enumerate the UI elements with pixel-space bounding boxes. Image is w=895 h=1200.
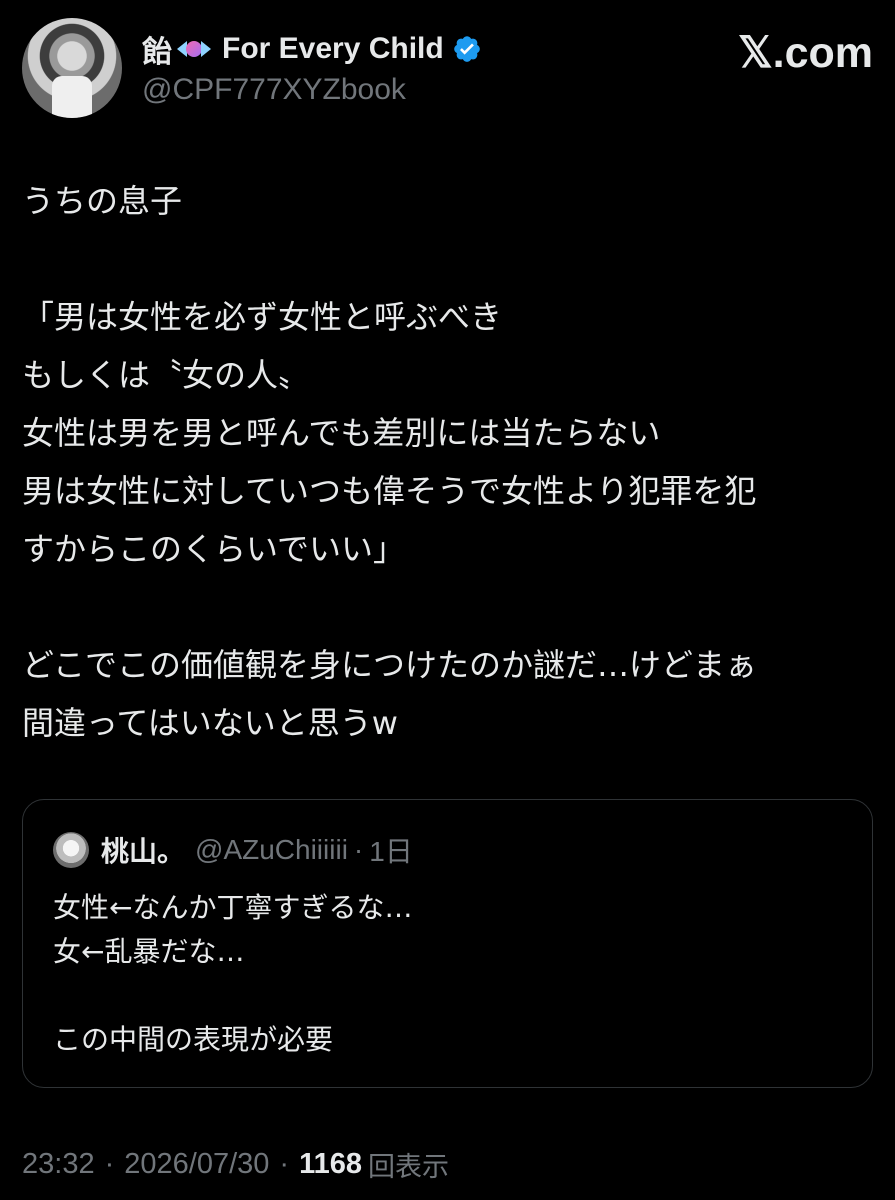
tweet-time: 23:32 xyxy=(22,1147,95,1180)
tweet-line: もしくは〝女の人〟 xyxy=(22,356,311,394)
display-name-line[interactable]: 飴 For Every Child xyxy=(142,28,482,70)
user-handle[interactable]: @CPF777XYZbook xyxy=(142,73,406,107)
tweet-line xyxy=(22,230,872,288)
brand-logo: 𝕏.com xyxy=(737,29,873,77)
tweet-line: うちの息子 xyxy=(22,182,183,220)
meta-separator: · xyxy=(104,1147,115,1180)
tweet-line xyxy=(22,578,872,636)
quoted-timestamp: 1日 xyxy=(369,836,413,867)
tweet-line: 「男は女性を必ず女性と呼ぶべき xyxy=(22,298,503,336)
tweet-line: 女性は男を男と呼んでも差別には当たらない xyxy=(22,414,661,452)
verified-badge-icon xyxy=(453,36,480,62)
quoted-user-handle[interactable]: @AZuChiiiiii xyxy=(195,834,348,866)
user-avatar[interactable] xyxy=(22,18,122,118)
quoted-tweet-line: 女←乱暴だな… xyxy=(53,935,245,968)
quoted-tweet-line: この中間の表現が必要 xyxy=(53,1023,334,1056)
tweet-meta: 23:32 · 2026/07/30 · 1168 回表示 xyxy=(22,1142,449,1186)
display-name-prefix: 飴 xyxy=(142,36,172,69)
view-count[interactable]: 1168 xyxy=(299,1148,362,1181)
quoted-tweet-header: 桃山。 @AZuChiiiiii · 1日 xyxy=(53,830,413,870)
quoted-tweet-line xyxy=(53,974,833,1018)
tweet-text: うちの息子 「男は女性を必ず女性と呼ぶべき もしくは〝女の人〟 女性は男を男と呼… xyxy=(22,172,872,752)
display-name: For Every Child xyxy=(222,32,444,65)
tweet-line: 男は女性に対していつも偉そうで女性より犯罪を犯 xyxy=(22,472,757,510)
quoted-tweet-text: 女性←なんか丁寧すぎるな… 女←乱暴だな… この中間の表現が必要 xyxy=(53,886,833,1062)
view-count-label: 回表示 xyxy=(368,1151,449,1183)
tweet-header: 飴 For Every Child @CPF777XYZbook 𝕏.com xyxy=(22,18,873,122)
quoted-separator: · xyxy=(353,834,364,865)
quoted-user-name[interactable]: 桃山。 xyxy=(101,830,185,870)
candy-icon xyxy=(176,37,212,61)
meta-separator: · xyxy=(279,1147,290,1180)
quoted-tweet-line: 女性←なんか丁寧すぎるな… xyxy=(53,891,413,924)
quoted-user-avatar[interactable] xyxy=(53,832,89,868)
tweet-line: 間違ってはいないと思うw xyxy=(22,704,398,742)
tweet-line: すからこのくらいでいい」 xyxy=(22,530,406,568)
tweet-line: どこでこの価値観を身につけたのか謎だ…けどまぁ xyxy=(22,646,758,684)
tweet-date: 2026/07/30 xyxy=(124,1147,270,1180)
quoted-tweet-card[interactable]: 桃山。 @AZuChiiiiii · 1日 女性←なんか丁寧すぎるな… 女←乱暴… xyxy=(22,799,873,1088)
